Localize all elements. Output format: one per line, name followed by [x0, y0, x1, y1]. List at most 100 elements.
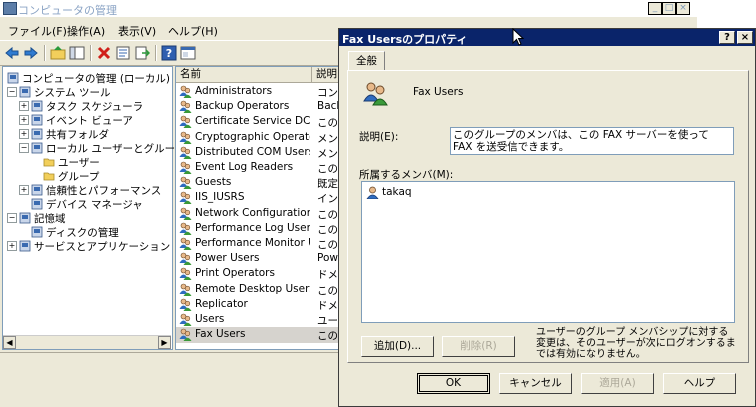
- group-name-cell: Performance Log Users: [195, 221, 310, 234]
- membership-note: ユーザーのグループ メンバシップに対する変更は、そのユーザーが次にログオンするま…: [536, 327, 736, 360]
- table-row[interactable]: Performance Monitor U...この: [176, 236, 341, 252]
- help-icon[interactable]: ?: [161, 45, 177, 61]
- computer-management-icon: [3, 2, 17, 15]
- menu-action[interactable]: 操作(A): [67, 23, 105, 39]
- maximize-button[interactable]: □: [662, 2, 676, 15]
- group-icon: [179, 146, 192, 159]
- show-tree-icon[interactable]: [69, 45, 85, 61]
- group-name-cell: IIS_IUSRS: [195, 191, 245, 204]
- console-icon[interactable]: [180, 45, 196, 61]
- member-item[interactable]: takaq: [382, 186, 412, 198]
- performance-icon: [31, 184, 43, 196]
- collapse-icon[interactable]: −: [7, 87, 17, 97]
- collapse-icon[interactable]: −: [19, 143, 29, 153]
- table-row[interactable]: Distributed COM Users メン: [176, 145, 341, 161]
- context-help-button[interactable]: ?: [719, 31, 735, 44]
- cancel-button[interactable]: キャンセル: [499, 373, 572, 394]
- expand-icon[interactable]: +: [19, 115, 29, 125]
- tree-node-label: ローカル ユーザーとグループ: [46, 143, 185, 155]
- ok-button[interactable]: OK: [417, 373, 490, 394]
- minimize-button[interactable]: _: [648, 2, 662, 15]
- expand-icon[interactable]: +: [7, 241, 17, 251]
- add-button[interactable]: 追加(D)...: [361, 336, 434, 357]
- back-arrow-icon[interactable]: [4, 45, 20, 61]
- tree-node-label: 共有フォルダ: [46, 129, 109, 141]
- collapse-icon[interactable]: −: [7, 213, 17, 223]
- table-row[interactable]: Power Users Pow: [176, 251, 341, 267]
- expand-icon[interactable]: +: [19, 129, 29, 139]
- menu-file[interactable]: ファイル(F): [8, 23, 67, 39]
- properties-icon[interactable]: [115, 45, 131, 61]
- table-row[interactable]: Cryptographic Operatorsメン: [176, 130, 341, 146]
- scroll-right-arrow-icon[interactable]: ▶: [158, 336, 171, 349]
- group-icon: [179, 207, 192, 220]
- group-name-cell: Backup Operators: [195, 100, 290, 113]
- console-tree[interactable]: コンピュータの管理 (ローカル) − システム ツール + タスク スケジューラ + イベン…: [2, 66, 185, 350]
- help-button[interactable]: ヘルプ: [663, 373, 736, 394]
- tree-node-label: グループ: [58, 171, 100, 183]
- remove-button[interactable]: 削除(R): [442, 336, 515, 357]
- tab-general[interactable]: 全般: [348, 51, 385, 71]
- tree-node-label: サービスとアプリケーション: [34, 241, 171, 253]
- toolbar-separator: [44, 45, 46, 61]
- table-row[interactable]: Print Operatorsドメイ: [176, 266, 341, 282]
- table-row[interactable]: Certificate Service DC... この: [176, 114, 341, 130]
- dialog-title-bar[interactable]: Fax Usersのプロパティ ? ×: [339, 29, 755, 46]
- computer-icon: [7, 72, 19, 84]
- table-row[interactable]: Performance Log Users この: [176, 221, 341, 237]
- menu-view[interactable]: 表示(V): [118, 23, 156, 39]
- table-row[interactable]: Backup Operators Back: [176, 99, 341, 115]
- storage-icon: [19, 212, 31, 224]
- members-list[interactable]: takaq: [361, 181, 735, 323]
- forward-arrow-icon[interactable]: [23, 45, 39, 61]
- group-icon: [363, 82, 388, 106]
- users-icon: [31, 142, 43, 154]
- group-name-cell: Network Configuration ...: [195, 206, 310, 219]
- group-name-cell: Print Operators: [195, 267, 275, 280]
- description-field[interactable]: このグループのメンバは、この FAX サーバーを使って FAX を送受信できます…: [450, 127, 734, 155]
- table-row[interactable]: Network Configuration ...この: [176, 206, 341, 222]
- toolbar-separator: [90, 45, 92, 61]
- dialog-close-button[interactable]: ×: [737, 31, 753, 44]
- tree-horizontal-scrollbar[interactable]: ◀ ▶: [3, 335, 171, 349]
- mouse-cursor-icon: [512, 28, 524, 46]
- table-row[interactable]: Event Log Readers この: [176, 160, 341, 176]
- table-row[interactable]: Replicatorドメイ: [176, 297, 341, 313]
- group-icon: [179, 116, 192, 129]
- scroll-left-arrow-icon[interactable]: ◀: [3, 336, 16, 349]
- table-row[interactable]: Fax Users この: [176, 327, 341, 344]
- folder-icon: [43, 158, 55, 167]
- group-name-cell: Certificate Service DC...: [195, 115, 310, 128]
- services-icon: [19, 240, 31, 252]
- toolbar-separator: [155, 45, 157, 61]
- description-label: 説明(E):: [359, 131, 399, 143]
- up-folder-icon[interactable]: [50, 45, 66, 61]
- table-row[interactable]: Remote Desktop Users この: [176, 282, 341, 298]
- group-icon: [179, 161, 192, 174]
- expand-icon[interactable]: +: [19, 185, 29, 195]
- group-icon: [179, 222, 192, 235]
- group-name: Fax Users: [413, 86, 464, 98]
- group-icon: [179, 268, 192, 281]
- group-name-cell: Distributed COM Users: [195, 145, 310, 158]
- table-row[interactable]: IIS_IUSRS イン: [176, 190, 341, 206]
- table-row[interactable]: Users ユー: [176, 312, 341, 328]
- expand-icon[interactable]: +: [19, 101, 29, 111]
- group-name-cell: Remote Desktop Users: [195, 282, 310, 295]
- apply-button[interactable]: 適用(A): [581, 373, 654, 394]
- tree-node-label: デバイス マネージャ: [46, 199, 143, 211]
- table-row[interactable]: Guests 既定: [176, 175, 341, 191]
- menu-help[interactable]: ヘルプ(H): [168, 23, 218, 39]
- group-list[interactable]: 名前 説明 AdministratorsコンピBackup OperatorsB…: [175, 66, 342, 350]
- table-row[interactable]: Administratorsコンピ: [176, 84, 341, 100]
- group-icon: [179, 131, 192, 144]
- delete-icon[interactable]: [96, 45, 112, 61]
- group-icon: [179, 100, 192, 114]
- column-header-name[interactable]: 名前: [176, 67, 312, 83]
- folder-icon: [43, 172, 55, 181]
- close-button[interactable]: ×: [676, 2, 690, 15]
- export-icon[interactable]: [134, 45, 150, 61]
- group-icon: [179, 192, 192, 205]
- group-icon: [179, 328, 192, 342]
- mmc-title-bar[interactable]: コンピュータの管理 _ □ ×: [0, 0, 697, 17]
